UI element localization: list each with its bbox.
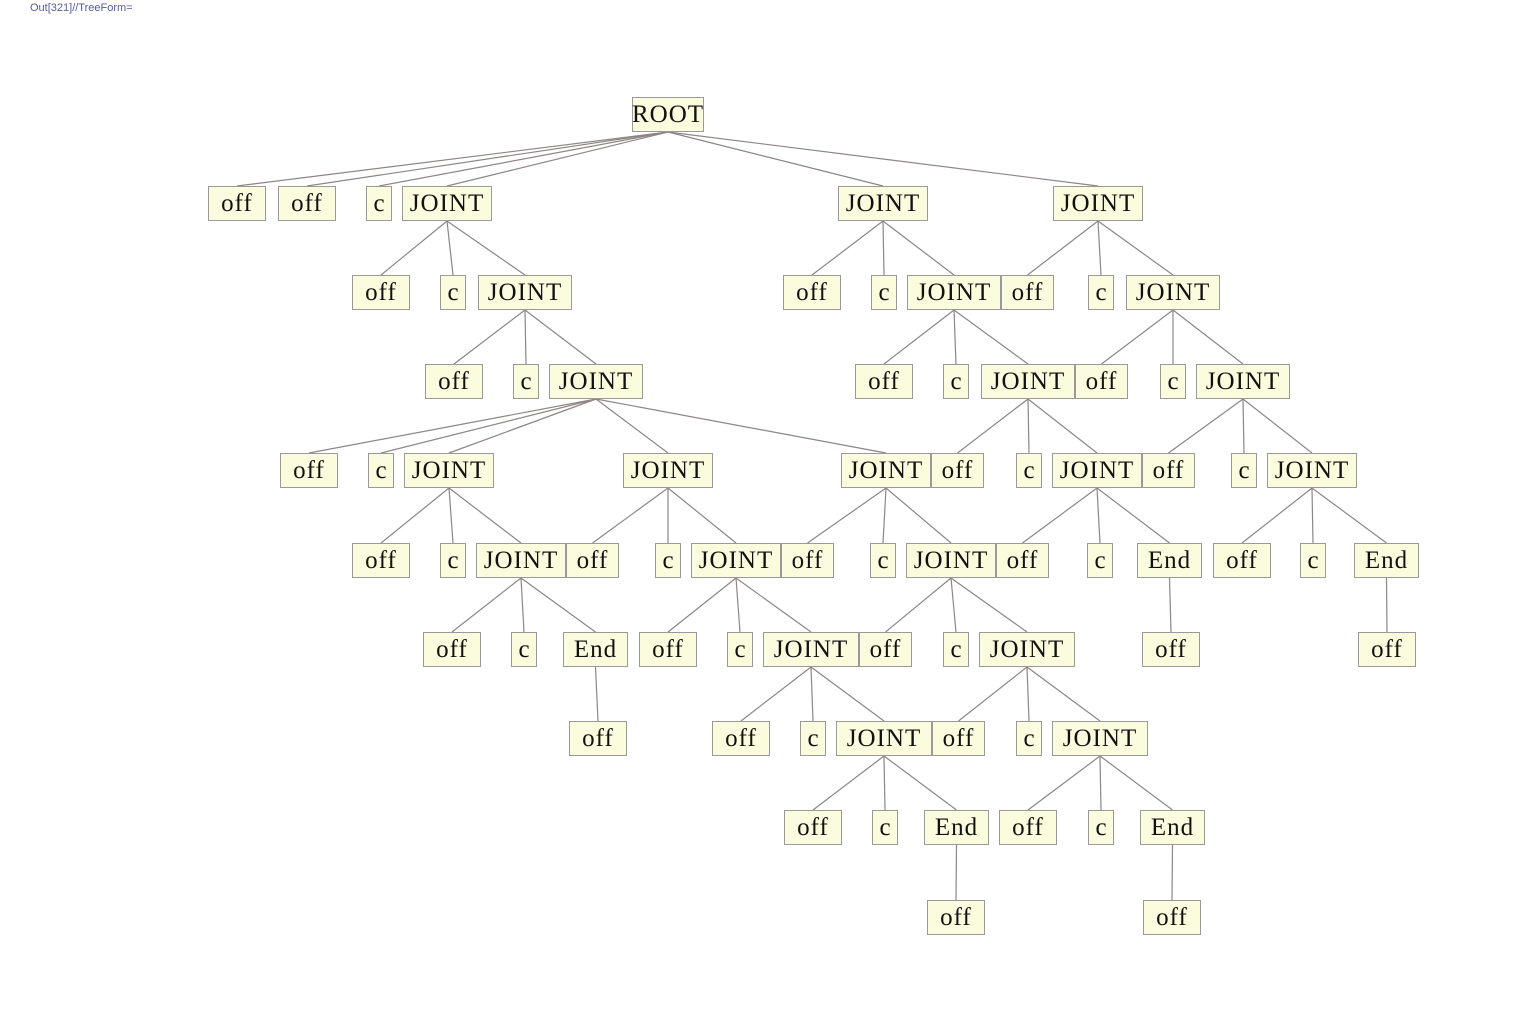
tree-node-joint: JOINT — [981, 364, 1075, 399]
tree-node-off: off — [1213, 543, 1271, 578]
tree-node-c: c — [871, 275, 897, 310]
tree-node-c: c — [511, 632, 537, 667]
tree-node-off: off — [1075, 364, 1128, 399]
tree-node-joint: JOINT — [1126, 275, 1220, 310]
tree-node-off: off — [712, 721, 770, 756]
tree-node-off: off — [208, 186, 266, 221]
tree-node-off: off — [927, 900, 985, 935]
tree-node-c: c — [943, 632, 969, 667]
tree-node-off: off — [278, 186, 336, 221]
tree-node-off: off — [1001, 275, 1054, 310]
tree-node-off: off — [1358, 632, 1416, 667]
tree-node-c: c — [943, 364, 969, 399]
tree-node-off: off — [859, 632, 912, 667]
tree-node-c: c — [1160, 364, 1186, 399]
tree-node-c: c — [1087, 543, 1113, 578]
tree-node-c: c — [872, 810, 898, 845]
tree-node-off: off — [996, 543, 1049, 578]
tree-node-c: c — [440, 275, 466, 310]
tree-node-joint: JOINT — [1053, 186, 1143, 221]
tree-node-joint: JOINT — [478, 275, 572, 310]
tree-node-joint: JOINT — [549, 364, 643, 399]
tree-node-c: c — [727, 632, 753, 667]
tree-node-off: off — [425, 364, 483, 399]
tree-node-joint: JOINT — [623, 453, 713, 488]
tree-node-off: off — [1143, 900, 1201, 935]
tree-node-off: off — [783, 275, 841, 310]
tree-diagram: ROOT off off c JOINT JOINT JOINT off c JOINT off c J… — [0, 0, 1533, 1019]
tree-node-root: ROOT — [632, 97, 704, 132]
tree-node-joint: JOINT — [841, 453, 931, 488]
tree-node-c: c — [655, 543, 681, 578]
tree-node-joint: JOINT — [404, 453, 494, 488]
tree-node-joint: JOINT — [907, 275, 1001, 310]
tree-node-off: off — [566, 543, 619, 578]
tree-node-end: End — [563, 632, 628, 667]
tree-node-joint: JOINT — [763, 632, 859, 667]
tree-node-end: End — [1354, 543, 1419, 578]
tree-node-c: c — [1016, 453, 1042, 488]
tree-node-joint: JOINT — [1052, 721, 1148, 756]
tree-node-c: c — [870, 543, 896, 578]
tree-node-layer: ROOT off off c JOINT JOINT JOINT off c JOINT off c J… — [0, 0, 1533, 1019]
tree-node-joint: JOINT — [1267, 453, 1357, 488]
tree-node-off: off — [280, 453, 338, 488]
tree-node-joint: JOINT — [836, 721, 932, 756]
tree-node-joint: JOINT — [906, 543, 996, 578]
tree-node-end: End — [1137, 543, 1202, 578]
tree-node-off: off — [569, 721, 627, 756]
tree-node-c: c — [1231, 453, 1257, 488]
tree-node-c: c — [366, 186, 392, 221]
tree-node-c: c — [1016, 721, 1042, 756]
tree-node-joint: JOINT — [1196, 364, 1290, 399]
tree-node-c: c — [440, 543, 466, 578]
tree-node-off: off — [639, 632, 697, 667]
tree-node-joint: JOINT — [1052, 453, 1142, 488]
tree-node-end: End — [924, 810, 989, 845]
tree-node-off: off — [932, 721, 985, 756]
tree-node-off: off — [931, 453, 984, 488]
tree-node-off: off — [1142, 632, 1200, 667]
tree-node-off: off — [781, 543, 834, 578]
tree-node-joint: JOINT — [691, 543, 781, 578]
tree-node-joint: JOINT — [979, 632, 1075, 667]
tree-node-c: c — [1300, 543, 1326, 578]
tree-node-c: c — [800, 721, 826, 756]
tree-node-c: c — [368, 453, 394, 488]
tree-node-c: c — [513, 364, 539, 399]
tree-node-c: c — [1088, 810, 1114, 845]
tree-node-c: c — [1088, 275, 1114, 310]
tree-node-off: off — [423, 632, 481, 667]
tree-node-joint: JOINT — [838, 186, 928, 221]
tree-node-end: End — [1140, 810, 1205, 845]
tree-node-off: off — [352, 275, 410, 310]
tree-node-joint: JOINT — [476, 543, 566, 578]
tree-node-off: off — [352, 543, 410, 578]
tree-node-joint: JOINT — [402, 186, 492, 221]
tree-node-off: off — [999, 810, 1057, 845]
tree-node-off: off — [784, 810, 842, 845]
tree-node-off: off — [855, 364, 913, 399]
tree-node-off: off — [1142, 453, 1195, 488]
